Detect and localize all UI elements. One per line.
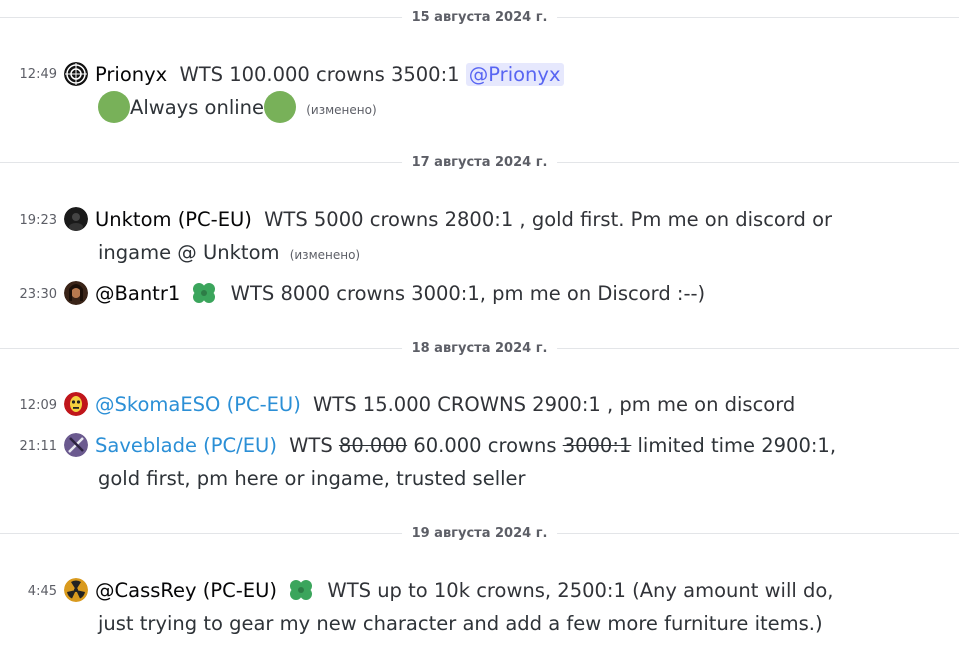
struck-text: 80.000 xyxy=(338,434,408,457)
date-label: 17 августа 2024 г. xyxy=(401,153,558,173)
dark-avatar-icon[interactable] xyxy=(64,207,88,231)
timestamp: 12:49 xyxy=(19,67,57,82)
message-text: ingame @ Unktom xyxy=(98,241,280,264)
message-line: @SkomaESO (PC-EU) WTS 15.000 CROWNS 2900… xyxy=(95,388,930,421)
red-mask-avatar-icon[interactable] xyxy=(64,392,88,416)
message-text: Always online xyxy=(130,96,265,119)
target-avatar-icon[interactable] xyxy=(64,62,88,86)
edited-label: (изменено) xyxy=(306,103,377,117)
sword-avatar-icon[interactable] xyxy=(64,433,88,457)
message-text: WTS 100.000 crowns 3500:1 xyxy=(179,63,460,86)
clover-icon xyxy=(193,283,216,303)
username[interactable]: @SkomaESO (PC-EU) xyxy=(95,393,301,416)
portrait-avatar-icon[interactable] xyxy=(64,281,88,305)
radiation-avatar-icon[interactable] xyxy=(64,578,88,602)
timestamp: 4:45 xyxy=(27,584,57,599)
green-circle-icon xyxy=(264,91,297,123)
message-text: WTS up to 10k crowns, 2500:1 (Any amount… xyxy=(327,579,834,602)
clover-icon xyxy=(290,580,313,600)
message-line: Saveblade (PC/EU) WTS 80.000 60.000 crow… xyxy=(95,429,930,462)
username[interactable]: Saveblade (PC/EU) xyxy=(95,434,277,457)
date-label: 15 августа 2024 г. xyxy=(401,8,558,28)
date-label: 19 августа 2024 г. xyxy=(401,524,558,544)
username[interactable]: Prionyx xyxy=(95,63,167,86)
message-line: Unktom (PC-EU) WTS 5000 crowns 2800:1 , … xyxy=(95,203,930,236)
date-divider: 18 августа 2024 г. xyxy=(0,339,959,359)
date-divider: 15 августа 2024 г. xyxy=(0,8,959,28)
username[interactable]: @CassRey (PC-EU) xyxy=(95,579,277,602)
message-line: Always online (изменено) xyxy=(98,91,930,127)
user-mention[interactable]: @Prionyx xyxy=(465,63,564,86)
message-text: just trying to gear my new character and… xyxy=(98,612,823,635)
green-circle-icon xyxy=(98,91,130,123)
message-text: gold first, pm here or ingame, trusted s… xyxy=(98,467,526,490)
date-label: 18 августа 2024 г. xyxy=(401,339,558,359)
username[interactable]: Unktom (PC-EU) xyxy=(95,208,252,231)
username[interactable]: @Bantr1 xyxy=(95,282,180,305)
chat-log: 15 августа 2024 г. 12:49 Prionyx WTS 100… xyxy=(0,0,959,649)
timestamp: 19:23 xyxy=(19,213,57,228)
message-line: @CassRey (PC-EU) WTS up to 10k crowns, 2… xyxy=(95,574,930,607)
message-text: limited time 2900:1, xyxy=(637,434,837,457)
timestamp: 21:11 xyxy=(19,439,57,454)
message-text: WTS xyxy=(289,434,333,457)
message-text: WTS 15.000 CROWNS 2900:1 , pm me on disc… xyxy=(313,393,796,416)
date-divider: 17 августа 2024 г. xyxy=(0,153,959,173)
struck-text: 3000:1 xyxy=(562,434,632,457)
edited-label: (изменено) xyxy=(289,248,361,262)
message-text: 60.000 crowns xyxy=(413,434,557,457)
message-line: @Bantr1 WTS 8000 crowns 3000:1, pm me on… xyxy=(95,277,930,310)
date-divider: 19 августа 2024 г. xyxy=(0,524,959,544)
message-line: just trying to gear my new character and… xyxy=(98,607,930,640)
message-text: WTS 5000 crowns 2800:1 , gold first. Pm … xyxy=(264,208,833,231)
message-line: ingame @ Unktom (изменено) xyxy=(98,236,930,272)
message-line: Prionyx WTS 100.000 crowns 3500:1 @Prion… xyxy=(95,58,930,91)
message-text: WTS 8000 crowns 3000:1, pm me on Discord… xyxy=(230,282,706,305)
timestamp: 23:30 xyxy=(19,287,57,302)
timestamp: 12:09 xyxy=(19,398,57,413)
message-line: gold first, pm here or ingame, trusted s… xyxy=(98,462,930,495)
